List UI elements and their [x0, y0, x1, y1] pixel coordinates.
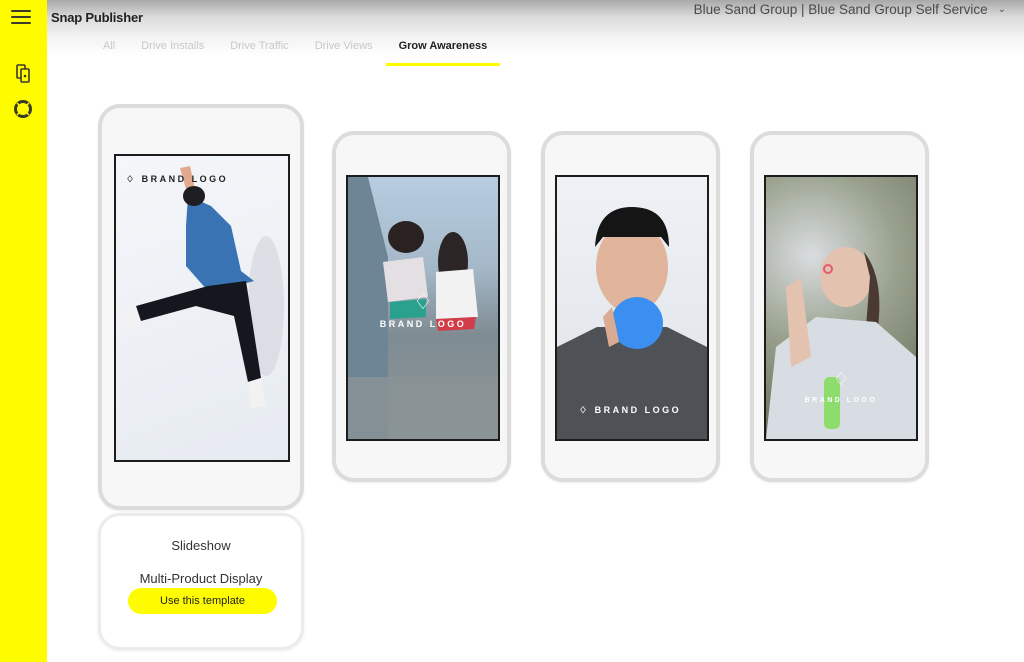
template-type: Slideshow	[171, 538, 231, 553]
tab-drive-installs[interactable]: Drive Installs	[128, 36, 217, 66]
tab-drive-views[interactable]: Drive Views	[302, 36, 386, 66]
use-template-button[interactable]: Use this template	[128, 588, 277, 614]
menu-icon[interactable]	[11, 10, 31, 26]
brand-logo-text: ♢ BRAND LOGO	[126, 174, 229, 184]
template-card[interactable]: ♢ BRAND LOGO	[98, 104, 304, 510]
diamond-icon: ♢	[832, 369, 850, 389]
template-info-card: Slideshow Multi-Product Display Use this…	[98, 513, 304, 650]
tab-grow-awareness[interactable]: Grow Awareness	[385, 36, 501, 66]
brand-logo-text: ♢ BRAND LOGO	[579, 405, 682, 415]
category-tabs: All Drive Installs Drive Traffic Drive V…	[90, 36, 500, 66]
brand-logo-text: BRAND LOGO	[379, 319, 467, 329]
preview-image	[557, 207, 707, 439]
preview-image	[118, 166, 284, 408]
template-preview: ♢ BRAND LOGO	[764, 175, 918, 441]
devices-icon[interactable]	[12, 63, 34, 85]
template-card[interactable]: ♢ BRAND LOGO	[750, 131, 929, 482]
template-preview: ♢ BRAND LOGO	[114, 154, 290, 462]
template-preview: ♢ BRAND LOGO	[346, 175, 500, 441]
help-lifebuoy-icon[interactable]	[12, 98, 34, 120]
chevron-down-icon: ⌄	[997, 4, 1006, 15]
template-card[interactable]: ♢ BRAND LOGO	[541, 131, 720, 482]
brand-logo-text: BRAND LOGO	[804, 397, 878, 404]
account-switcher[interactable]: Blue Sand Group | Blue Sand Group Self S…	[694, 2, 1006, 17]
tab-drive-traffic[interactable]: Drive Traffic	[217, 36, 301, 66]
template-preview: ♢ BRAND LOGO	[555, 175, 709, 441]
tab-all[interactable]: All	[90, 36, 128, 66]
sidebar	[0, 0, 47, 662]
account-label: Blue Sand Group | Blue Sand Group Self S…	[693, 2, 988, 17]
template-card[interactable]: ♢ BRAND LOGO	[332, 131, 511, 482]
diamond-icon: ♢	[413, 289, 433, 314]
app-title: Snap Publisher	[51, 10, 143, 25]
template-name: Multi-Product Display	[139, 571, 263, 586]
